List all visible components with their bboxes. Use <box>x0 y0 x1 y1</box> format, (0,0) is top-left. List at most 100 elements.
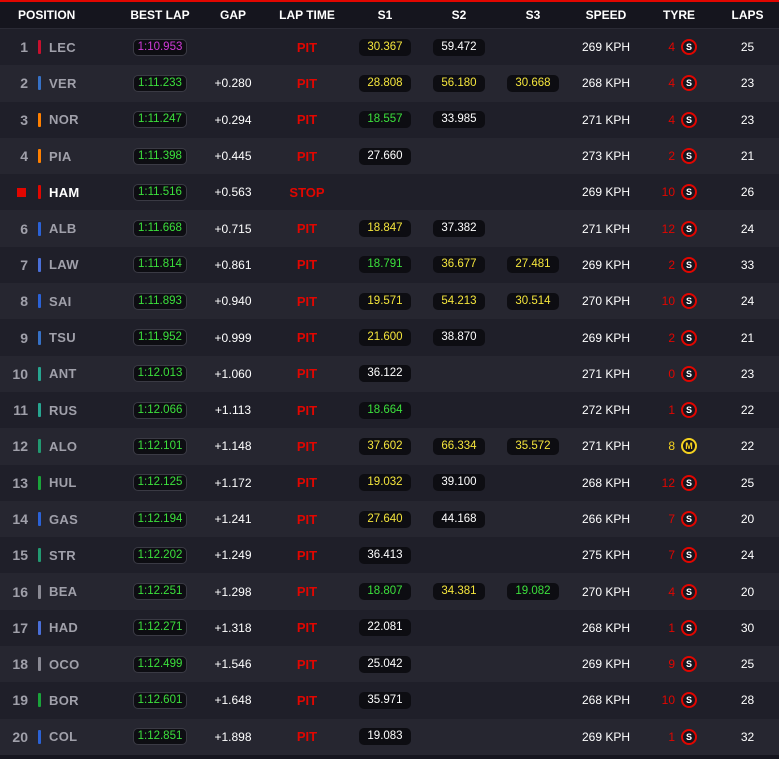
pit-status: PIT <box>296 547 318 563</box>
best-lap-cell: 1:12.202 <box>120 537 200 573</box>
position-cell: 18 OCO <box>0 646 120 682</box>
driver-code[interactable]: LAW <box>49 257 79 272</box>
position-number: 11 <box>13 402 28 419</box>
table-row[interactable]: 14 GAS 1:12.194 +1.241 PIT 27.640 44.168 266 KP… <box>0 500 779 538</box>
team-color-bar <box>38 512 41 526</box>
header-lap-time[interactable]: LAP TIME <box>266 2 348 28</box>
table-row[interactable]: HAM 1:11.516 +0.563 STOP 269 KPH 10 S 26 <box>0 174 779 211</box>
sector-2-time-cell: 44.168 <box>422 501 496 537</box>
table-row[interactable]: 11 RUS 1:12.066 +1.113 PIT 18.664 272 KPH 1 S 22 <box>0 391 779 429</box>
lap-time-cell: PIT <box>266 501 348 537</box>
position-number: 18 <box>12 656 28 673</box>
driver-code[interactable]: ANT <box>49 366 77 381</box>
best-lap-cell: 1:12.125 <box>120 465 200 501</box>
best-lap-cell: 1:12.499 <box>120 646 200 682</box>
tyre-age: 10 <box>661 185 675 200</box>
best-lap-cell: 1:12.194 <box>120 501 200 537</box>
gap-value: +1.172 <box>214 475 252 490</box>
position-number: 10 <box>12 365 28 382</box>
best-lap-time: 1:12.601 <box>132 691 188 709</box>
header-best-lap[interactable]: BEST LAP <box>120 2 200 28</box>
driver-code[interactable]: LEC <box>49 40 76 55</box>
lap-time-cell: PIT <box>266 29 348 65</box>
lap-time-cell: PIT <box>266 356 348 392</box>
driver-code[interactable]: SAI <box>49 294 72 309</box>
position-cell: 15 STR <box>0 537 120 573</box>
driver-code[interactable]: BEA <box>49 584 77 599</box>
pit-status: PIT <box>296 475 318 491</box>
header-s1[interactable]: S1 <box>348 2 422 28</box>
driver-code[interactable]: STR <box>49 548 76 563</box>
driver-code[interactable]: ALO <box>49 439 77 454</box>
driver-code[interactable]: GAS <box>49 512 78 527</box>
best-lap-cell: 1:12.013 <box>120 356 200 392</box>
tyre-cell: 10 S <box>642 283 716 319</box>
sector-2-time-cell: 54.213 <box>422 283 496 319</box>
laps-value: 28 <box>740 693 755 708</box>
table-row[interactable]: 12 ALO 1:12.101 +1.148 PIT 37.602 66.334 35.572… <box>0 428 779 465</box>
table-row[interactable]: 19 BOR 1:12.601 +1.648 PIT 35.971 268 KPH 10 S 28 <box>0 682 779 719</box>
table-row[interactable]: 18 OCO 1:12.499 +1.546 PIT 25.042 269 KPH 9 S 25 <box>0 646 779 683</box>
table-row[interactable]: 10 ANT 1:12.013 +1.060 PIT 36.122 271 KPH 0 S 23 <box>0 355 779 392</box>
driver-code[interactable]: HUL <box>49 475 77 490</box>
sector-3-time-cell <box>496 356 570 392</box>
sector-1-time-cell: 36.122 <box>348 356 422 392</box>
driver-code[interactable]: ALB <box>49 221 77 236</box>
sector-2-time-cell <box>422 174 496 210</box>
table-row[interactable]: 2 VER 1:11.233 +0.280 PIT 28.808 56.180 30.668 2… <box>0 65 779 102</box>
driver-code[interactable]: PIA <box>49 149 72 164</box>
table-row[interactable]: 17 HAD 1:12.271 +1.318 PIT 22.081 268 KPH 1 S 30 <box>0 609 779 647</box>
sector-1-time-cell: 30.367 <box>348 29 422 65</box>
driver-code[interactable]: COL <box>49 729 77 744</box>
table-row[interactable]: 20 COL 1:12.851 +1.898 PIT 19.083 269 KPH 1 S 32 <box>0 718 779 755</box>
header-laps[interactable]: LAPS <box>716 2 779 28</box>
table-row[interactable]: 13 HUL 1:12.125 +1.172 PIT 19.032 39.100 268 KP… <box>0 464 779 501</box>
table-row[interactable]: 6 ALB 1:11.668 +0.715 PIT 18.847 37.382 271 KPH… <box>0 210 779 247</box>
position-cell: 9 TSU <box>0 319 120 355</box>
pit-status: PIT <box>296 620 318 636</box>
table-row[interactable]: 15 STR 1:12.202 +1.249 PIT 36.413 275 KPH 7 S 24 <box>0 537 779 574</box>
speed-value: 269 KPH <box>581 657 631 672</box>
driver-code[interactable]: HAM <box>49 185 80 200</box>
driver-code[interactable]: RUS <box>49 403 77 418</box>
header-s2[interactable]: S2 <box>422 2 496 28</box>
driver-code[interactable]: BOR <box>49 693 79 708</box>
sector-3-time-cell: 30.668 <box>496 65 570 101</box>
lap-time-cell: PIT <box>266 646 348 682</box>
sector-1-time: 37.602 <box>359 437 411 455</box>
header-position[interactable]: POSITION <box>0 2 120 28</box>
driver-code[interactable]: TSU <box>49 330 76 345</box>
soft-tyre-icon: S <box>681 511 697 527</box>
driver-code[interactable]: VER <box>49 76 77 91</box>
header-gap[interactable]: GAP <box>200 2 266 28</box>
driver-code[interactable]: HAD <box>49 620 78 635</box>
table-row[interactable]: 16 BEA 1:12.251 +1.298 PIT 18.807 34.381 19.082… <box>0 573 779 610</box>
driver-code[interactable]: NOR <box>49 112 79 127</box>
table-row[interactable]: 3 NOR 1:11.247 +0.294 PIT 18.557 33.985 271 KPH… <box>0 101 779 138</box>
laps-value: 24 <box>740 294 755 309</box>
header-speed[interactable]: SPEED <box>570 2 642 28</box>
table-row[interactable]: 9 TSU 1:11.952 +0.999 PIT 21.600 38.870 269 KPH… <box>0 319 779 356</box>
laps-value: 30 <box>740 620 755 635</box>
lap-time-cell: PIT <box>266 247 348 283</box>
tyre-cell: 10 S <box>642 174 716 210</box>
table-row[interactable]: 8 SAI 1:11.893 +0.940 PIT 19.571 54.213 30.514 2… <box>0 283 779 320</box>
sector-1-time: 35.971 <box>359 691 411 709</box>
tyre-age: 4 <box>668 112 675 127</box>
lap-time-cell: PIT <box>266 102 348 138</box>
sector-1-time-cell: 18.847 <box>348 210 422 246</box>
table-row[interactable]: 7 LAW 1:11.814 +0.861 PIT 18.791 36.677 27.481 2… <box>0 246 779 284</box>
position-number: 14 <box>12 511 28 527</box>
sector-3-time-cell <box>496 719 570 755</box>
header-s3[interactable]: S3 <box>496 2 570 28</box>
tyre-age: 2 <box>668 257 675 272</box>
table-row[interactable]: 1 LEC 1:10.953 PIT 30.367 59.472 269 KPH 4 S 25 <box>0 29 779 66</box>
lap-time-cell: PIT <box>266 283 348 319</box>
best-lap-time: 1:11.893 <box>133 292 187 310</box>
team-color-bar <box>38 40 41 55</box>
sector-2-time-cell: 59.472 <box>422 29 496 65</box>
table-row[interactable]: 4 PIA 1:11.398 +0.445 PIT 27.660 273 KPH 2 S 21 <box>0 137 779 175</box>
header-tyre[interactable]: TYRE <box>642 2 716 28</box>
driver-code[interactable]: OCO <box>49 657 80 672</box>
pit-status: PIT <box>296 148 318 164</box>
